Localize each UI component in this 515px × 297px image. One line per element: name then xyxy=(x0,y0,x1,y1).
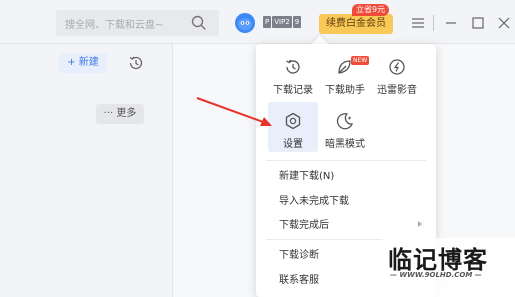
tool-download-record[interactable]: 下载记录 xyxy=(268,56,318,106)
tool-xunlei-player[interactable]: 迅雷影音 xyxy=(372,56,422,106)
tool-settings[interactable]: 设置 xyxy=(268,102,318,152)
renew-platinum-button[interactable]: 续费白金会员 xyxy=(319,14,393,34)
tool-label: 下载记录 xyxy=(273,85,313,96)
tool-label: 迅雷影音 xyxy=(377,85,417,96)
menu-divider xyxy=(266,160,426,161)
badge-nine: 9 xyxy=(292,16,302,28)
submenu-chevron-right-icon xyxy=(418,221,422,227)
search-placeholder: 搜全网、下载和云盘~ xyxy=(65,20,164,31)
new-download-button[interactable]: + 新建 xyxy=(59,53,107,73)
avatar[interactable] xyxy=(235,13,255,33)
hamburger-icon[interactable] xyxy=(408,13,428,33)
close-icon[interactable] xyxy=(494,13,514,33)
download-record-icon xyxy=(286,59,300,74)
vip-badges[interactable]: P VIP2 9 xyxy=(263,16,302,28)
watermark: 临记博客 — WWW.9OLHD.COM — xyxy=(382,238,515,297)
menu-item-new-download[interactable]: 新建下载(N) xyxy=(256,164,436,189)
watermark-url: — WWW.9OLHD.COM — xyxy=(390,271,482,279)
badge-p: P xyxy=(263,16,272,28)
history-icon[interactable] xyxy=(127,54,145,72)
tool-label: 设置 xyxy=(283,139,303,150)
column-divider xyxy=(172,44,173,297)
menu-item-after-download[interactable]: 下载完成后 xyxy=(256,213,436,238)
badge-vip-level: VIP2 xyxy=(272,16,292,28)
more-button[interactable]: ··· 更多 xyxy=(96,104,144,124)
maximize-icon[interactable] xyxy=(468,13,488,33)
promo-tag: 立省9元 xyxy=(352,4,390,16)
watermark-title: 临记博客 xyxy=(388,246,488,274)
xunlei-player-icon xyxy=(389,59,405,75)
minimize-icon[interactable] xyxy=(441,13,461,33)
tool-dark-mode[interactable]: 暗黑模式 xyxy=(320,102,370,152)
menu-item-import-unfinished[interactable]: 导入未完成下载 xyxy=(256,189,436,214)
dark-mode-moon-icon xyxy=(336,113,353,130)
avatar-face-icon xyxy=(238,18,252,30)
window-control-separator xyxy=(433,15,434,31)
search-icon[interactable] xyxy=(190,14,208,32)
new-badge: NEW xyxy=(351,56,370,65)
tool-label: 下载助手 xyxy=(325,85,365,96)
settings-gear-icon xyxy=(285,112,301,130)
tool-label: 暗黑模式 xyxy=(325,139,365,150)
